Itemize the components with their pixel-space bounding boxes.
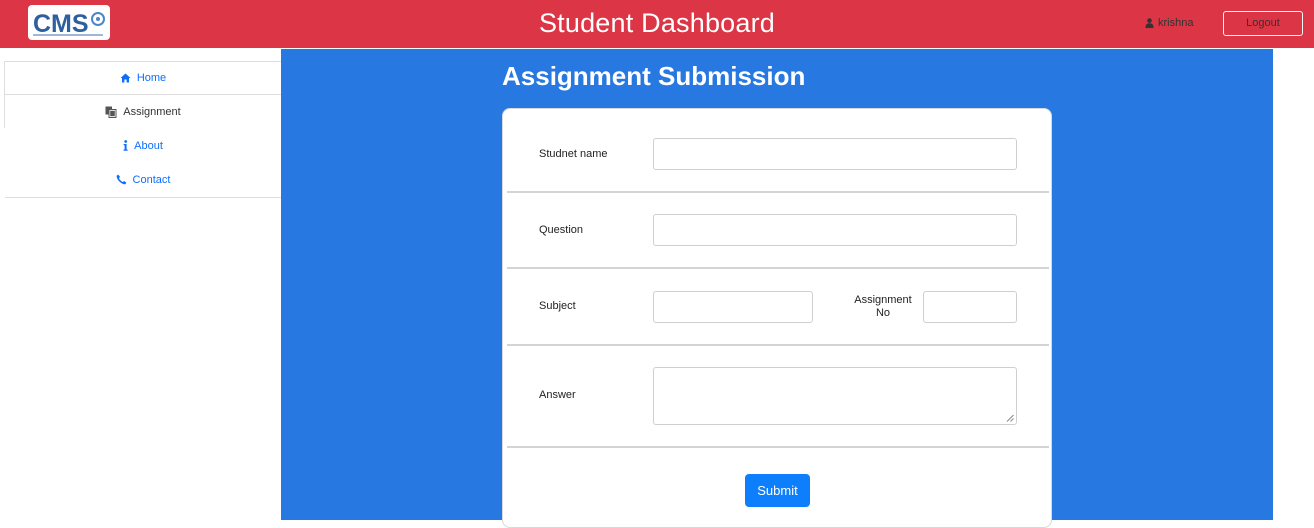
- copy-icon: [105, 106, 117, 118]
- assignment-form: Studnet name Question Subject Assignment…: [502, 108, 1052, 528]
- answer-label: Answer: [539, 389, 576, 401]
- answer-textarea[interactable]: [653, 367, 1017, 425]
- logo-graphic: CMS: [33, 10, 105, 38]
- question-label: Question: [539, 224, 584, 236]
- user-info[interactable]: krishna: [1145, 16, 1193, 30]
- subject-input[interactable]: [653, 291, 813, 323]
- app-title: Student Dashboard: [538, 8, 776, 38]
- submit-button[interactable]: Submit: [745, 474, 810, 507]
- user-icon: [1145, 18, 1154, 28]
- sidebar-item-assignment[interactable]: Assignment: [5, 95, 281, 129]
- assignment-no-input[interactable]: [923, 291, 1017, 323]
- logout-button[interactable]: Logout: [1223, 11, 1303, 36]
- svg-text:CMS: CMS: [33, 10, 89, 38]
- sidebar-item-label: Home: [136, 72, 167, 84]
- top-header: CMS Student Dashboard krishna Logout: [0, 0, 1314, 48]
- subject-label: Subject: [539, 300, 576, 312]
- sidebar-item-home[interactable]: Home: [5, 62, 281, 95]
- sidebar-item-label: Assignment: [123, 106, 181, 118]
- assignment-no-label: Assignment No: [853, 294, 913, 320]
- home-icon: [120, 73, 131, 83]
- student-name-input[interactable]: [653, 138, 1017, 170]
- question-input[interactable]: [653, 214, 1017, 246]
- cms-logo[interactable]: CMS: [28, 5, 110, 40]
- page-title: Assignment Submission: [502, 61, 806, 91]
- assignment-no-label-line-1: Assignment: [854, 294, 912, 306]
- sidebar-item-label: About: [134, 139, 163, 152]
- sidebar-item-contact[interactable]: Contact: [5, 162, 281, 198]
- student-name-label: Studnet name: [539, 148, 608, 160]
- sidebar-item-about[interactable]: About: [5, 129, 281, 162]
- resize-handle-icon[interactable]: [1006, 414, 1014, 422]
- sidebar-item-label: Contact: [132, 173, 171, 186]
- sidebar-nav: Home Assignment About Contact: [4, 61, 281, 198]
- username-label: krishna: [1158, 17, 1194, 29]
- info-icon: [123, 140, 128, 151]
- phone-icon: [116, 174, 126, 185]
- main-content: Assignment Submission Studnet name Quest…: [281, 49, 1273, 528]
- assignment-no-label-line-2: No: [875, 307, 891, 319]
- sidebar-divider: [4, 128, 5, 198]
